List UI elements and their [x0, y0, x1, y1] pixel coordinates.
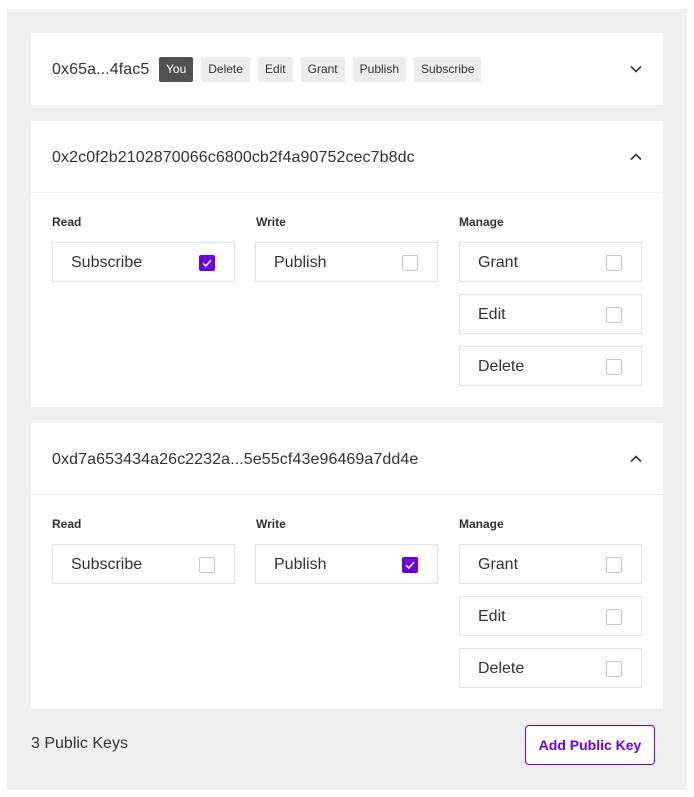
delete-permission[interactable]: Delete — [459, 648, 642, 688]
public-key-address: 0xd7a653434a26c2232a...5e55cf43e96469a7d… — [52, 451, 419, 468]
subscribe-checkbox[interactable] — [199, 557, 215, 573]
permission-label: Delete — [478, 660, 525, 677]
permission-label: Subscribe — [71, 254, 143, 271]
publish-checkbox[interactable] — [402, 557, 418, 573]
public-key-card: 0xd7a653434a26c2232a...5e55cf43e96469a7d… — [31, 423, 663, 709]
permission-label: Grant — [478, 556, 519, 573]
grant-permission[interactable]: Grant — [459, 544, 642, 584]
manage-column-label: Manage — [459, 215, 504, 229]
edit-permission[interactable]: Edit — [459, 294, 642, 334]
public-key-card-header[interactable]: 0x65a...4fac5 You Delete Edit Grant Publ… — [31, 33, 663, 105]
edit-badge: Edit — [257, 57, 293, 82]
subscribe-permission[interactable]: Subscribe — [52, 242, 235, 282]
permission-label: Edit — [478, 306, 506, 323]
delete-permission[interactable]: Delete — [459, 346, 642, 386]
publish-checkbox[interactable] — [402, 255, 418, 271]
edit-checkbox[interactable] — [606, 307, 622, 323]
delete-checkbox[interactable] — [606, 359, 622, 375]
permission-label: Edit — [478, 608, 506, 625]
grant-checkbox[interactable] — [606, 255, 622, 271]
delete-checkbox[interactable] — [606, 661, 622, 677]
write-column-label: Write — [256, 215, 286, 229]
public-key-card-header[interactable]: 0xd7a653434a26c2232a...5e55cf43e96469a7d… — [31, 423, 663, 495]
permission-badges: You Delete Edit Grant Publish Subscribe — [159, 57, 482, 82]
public-key-card-header[interactable]: 0x2c0f2b2102870066c6800cb2f4a90752cec7b8… — [31, 121, 663, 193]
permission-label: Subscribe — [71, 556, 143, 573]
public-keys-panel: 0x65a...4fac5 You Delete Edit Grant Publ… — [7, 9, 687, 790]
permission-label: Delete — [478, 358, 525, 375]
chevron-down-icon[interactable] — [629, 62, 643, 76]
publish-badge: Publish — [352, 57, 406, 82]
public-key-address: 0x2c0f2b2102870066c6800cb2f4a90752cec7b8… — [52, 149, 415, 166]
manage-column-label: Manage — [459, 517, 504, 531]
permission-label: Publish — [274, 556, 327, 573]
edit-checkbox[interactable] — [606, 609, 622, 625]
subscribe-permission[interactable]: Subscribe — [52, 544, 235, 584]
grant-checkbox[interactable] — [606, 557, 622, 573]
public-key-address: 0x65a...4fac5 — [52, 61, 150, 78]
publish-permission[interactable]: Publish — [255, 544, 438, 584]
chevron-up-icon[interactable] — [629, 150, 643, 164]
subscribe-badge: Subscribe — [414, 57, 482, 82]
grant-permission[interactable]: Grant — [459, 242, 642, 282]
grant-badge: Grant — [300, 57, 345, 82]
add-public-key-button[interactable]: Add Public Key — [525, 725, 655, 765]
checkmark-icon — [405, 561, 415, 570]
publish-permission[interactable]: Publish — [255, 242, 438, 282]
read-column-label: Read — [52, 215, 82, 229]
read-column-label: Read — [52, 517, 82, 531]
public-key-card: 0x65a...4fac5 You Delete Edit Grant Publ… — [31, 33, 663, 105]
delete-badge: Delete — [201, 57, 250, 82]
write-column-label: Write — [256, 517, 286, 531]
chevron-up-icon[interactable] — [629, 452, 643, 466]
checkmark-icon — [202, 259, 212, 268]
public-key-card: 0x2c0f2b2102870066c6800cb2f4a90752cec7b8… — [31, 121, 663, 407]
permission-label: Publish — [274, 254, 327, 271]
subscribe-checkbox[interactable] — [199, 255, 215, 271]
you-badge: You — [159, 57, 194, 82]
edit-permission[interactable]: Edit — [459, 596, 642, 636]
permission-label: Grant — [478, 254, 519, 271]
public-key-count: 3 Public Keys — [31, 735, 128, 752]
